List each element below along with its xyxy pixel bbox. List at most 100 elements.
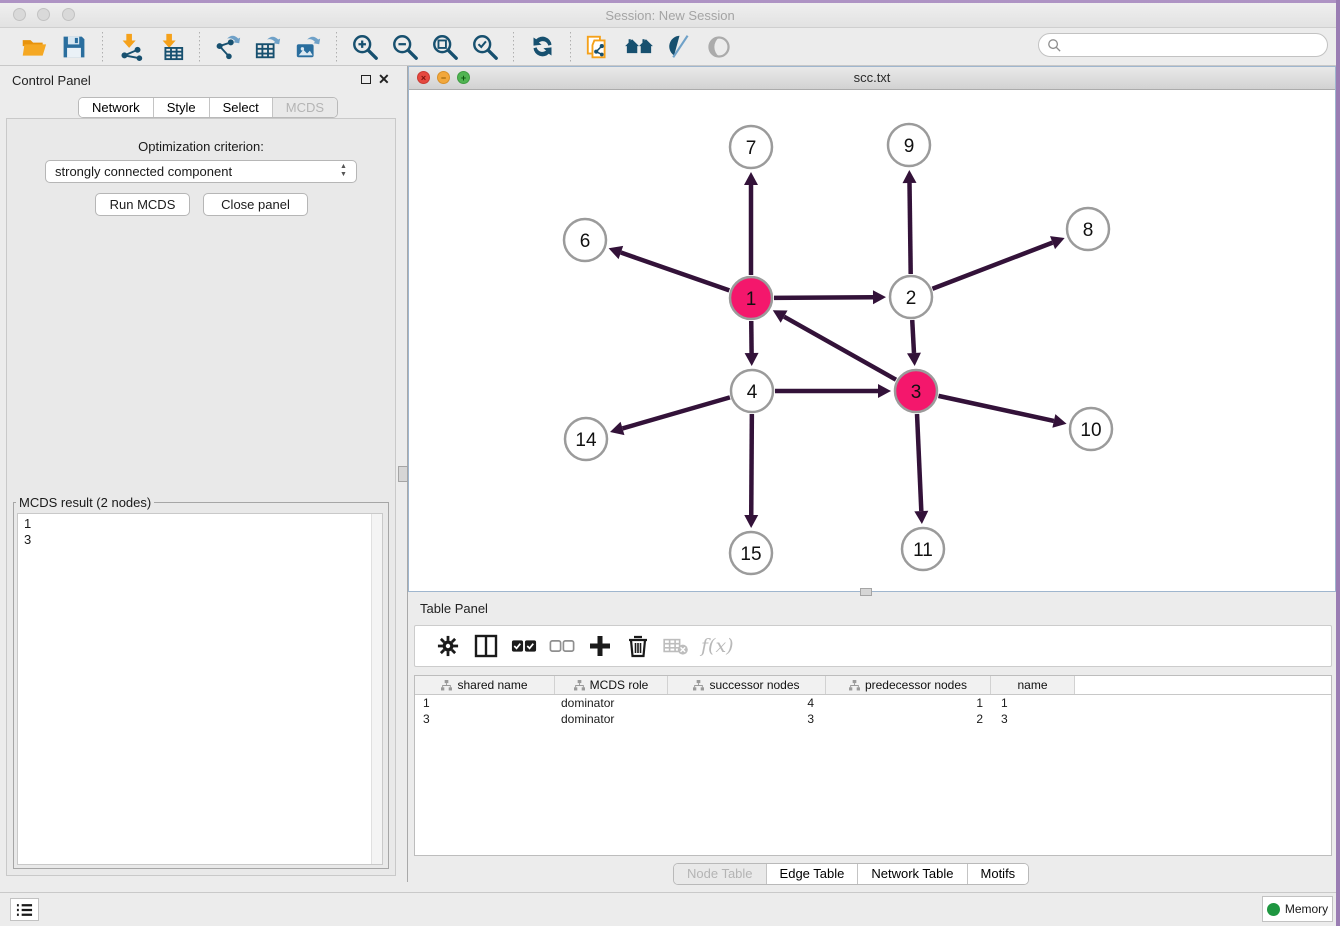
splitter-handle[interactable] <box>398 466 408 482</box>
network-view-window: × − + scc.txt 7968124314101511 <box>408 66 1336 592</box>
table-settings-button[interactable] <box>433 631 463 661</box>
table-panel-header: Table Panel ✕ <box>408 594 1336 620</box>
table-row[interactable]: 1dominator411 <box>415 695 1331 711</box>
window-minimize-light[interactable] <box>37 8 50 21</box>
columns-icon <box>474 634 498 658</box>
edge-2-8[interactable] <box>932 243 1052 289</box>
delete-button[interactable] <box>623 631 653 661</box>
view-minimize-light[interactable]: − <box>437 71 450 84</box>
clone-network-button[interactable] <box>582 31 616 63</box>
import-table-button[interactable] <box>154 31 188 63</box>
network-window-titlebar[interactable]: × − + scc.txt <box>409 67 1335 90</box>
column-header-name[interactable]: name <box>991 676 1075 694</box>
column-header-shared-name[interactable]: shared name <box>415 676 555 694</box>
column-header-MCDS-role[interactable]: MCDS role <box>555 676 668 694</box>
zoom-out-button[interactable] <box>388 31 422 63</box>
view-close-light[interactable]: × <box>417 71 430 84</box>
float-icon[interactable] <box>361 75 371 84</box>
view-zoom-light[interactable]: + <box>457 71 470 84</box>
edge-4-15[interactable] <box>751 414 752 515</box>
select-all-icon <box>511 639 537 653</box>
window-close-light[interactable] <box>13 8 26 21</box>
scrollbar[interactable] <box>371 514 382 864</box>
edge-4-14[interactable] <box>623 397 730 428</box>
table-row[interactable]: 3dominator323 <box>415 711 1331 727</box>
edge-1-6[interactable] <box>621 253 729 291</box>
task-history-button[interactable] <box>10 898 39 921</box>
close-panel-button[interactable]: Close panel <box>203 193 308 216</box>
tab-edge-table[interactable]: Edge Table <box>767 864 859 884</box>
control-panel-header: Control Panel ✕ <box>0 66 402 94</box>
function-builder-button[interactable]: f(x) <box>701 635 734 657</box>
search-input[interactable] <box>1062 35 1327 55</box>
style-toggle-button[interactable] <box>662 31 696 63</box>
window-controls[interactable] <box>13 8 75 26</box>
edge-2-9[interactable] <box>910 183 911 274</box>
zoom-out-icon <box>391 33 419 61</box>
plus-icon <box>588 634 612 658</box>
deselect-all-icon <box>549 639 575 653</box>
mcds-result-text[interactable]: 13 <box>17 513 383 865</box>
zoom-in-icon <box>351 33 379 61</box>
network-graph-canvas[interactable]: 7968124314101511 <box>409 90 1335 591</box>
export-network-icon <box>214 33 242 61</box>
open-file-button[interactable] <box>17 31 51 63</box>
tab-node-table[interactable]: Node Table <box>674 864 767 884</box>
mcds-panel: Optimization criterion: strongly connect… <box>6 118 396 876</box>
arrowhead <box>907 353 921 366</box>
column-header-predecessor-nodes[interactable]: predecessor nodes <box>826 676 991 694</box>
zoom-fit-button[interactable] <box>428 31 462 63</box>
tab-network-table[interactable]: Network Table <box>858 864 967 884</box>
import-table-icon <box>157 33 185 61</box>
add-button[interactable] <box>585 631 615 661</box>
node-label: 14 <box>575 430 597 451</box>
edge-3-11[interactable] <box>917 414 921 511</box>
criterion-value: strongly connected component <box>55 164 232 179</box>
close-icon[interactable]: ✕ <box>378 71 390 88</box>
delete-table-button[interactable] <box>661 631 691 661</box>
criterion-select[interactable]: strongly connected component ▲▼ <box>45 160 357 183</box>
home-icon <box>624 34 654 60</box>
export-image-button[interactable] <box>291 31 325 63</box>
tab-mcds[interactable]: MCDS <box>273 98 337 117</box>
memory-button[interactable]: Memory <box>1262 896 1333 922</box>
tab-motifs[interactable]: Motifs <box>968 864 1029 884</box>
arrowhead <box>744 515 758 528</box>
column-label: MCDS role <box>590 678 649 692</box>
edge-3-10[interactable] <box>938 396 1053 421</box>
table-panel-title: Table Panel <box>420 601 488 616</box>
network-view-title: scc.txt <box>409 67 1335 89</box>
delete-table-icon <box>663 636 689 656</box>
select-all-button[interactable] <box>509 631 539 661</box>
node-label: 2 <box>906 288 917 309</box>
splitter-handle[interactable] <box>860 588 872 596</box>
export-network-button[interactable] <box>211 31 245 63</box>
search-box[interactable] <box>1038 33 1328 57</box>
tab-network[interactable]: Network <box>79 98 154 117</box>
zoom-selected-button[interactable] <box>468 31 502 63</box>
zoom-in-button[interactable] <box>348 31 382 63</box>
save-session-button[interactable] <box>57 31 91 63</box>
edge-2-3[interactable] <box>912 320 914 353</box>
edge-3-1[interactable] <box>784 317 896 380</box>
mcds-result-group: MCDS result (2 nodes) 13 <box>13 495 389 869</box>
deselect-all-button[interactable] <box>547 631 577 661</box>
hierarchy-icon <box>693 680 704 691</box>
cell: 1 <box>991 695 1075 711</box>
export-table-button[interactable] <box>251 31 285 63</box>
column-header-successor-nodes[interactable]: successor nodes <box>668 676 826 694</box>
tab-style[interactable]: Style <box>154 98 210 117</box>
birds-eye-button[interactable] <box>702 31 736 63</box>
column-label: predecessor nodes <box>865 678 967 692</box>
home-button[interactable] <box>622 31 656 63</box>
cell: 2 <box>826 711 991 727</box>
toggle-columns-button[interactable] <box>471 631 501 661</box>
edge-1-2[interactable] <box>774 297 873 298</box>
apply-layout-button[interactable] <box>525 31 559 63</box>
tab-select[interactable]: Select <box>210 98 273 117</box>
import-network-button[interactable] <box>114 31 148 63</box>
window-zoom-light[interactable] <box>62 8 75 21</box>
run-mcds-button[interactable]: Run MCDS <box>95 193 190 216</box>
window-titlebar[interactable]: Session: New Session <box>0 3 1340 28</box>
table-header-row: shared name MCDS role successor nodes prede… <box>415 676 1331 695</box>
